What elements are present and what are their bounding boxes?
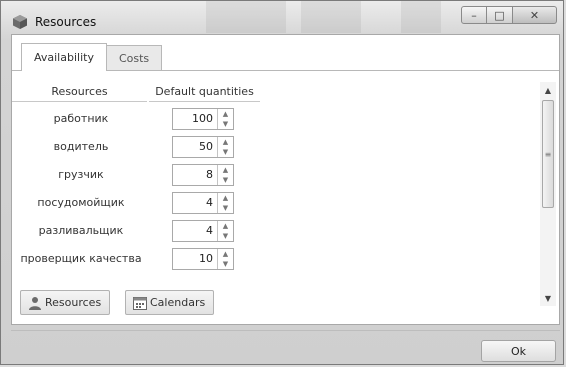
stepper-buttons: ▲ ▼ [217, 221, 233, 241]
calendars-button-label: Calendars [150, 296, 206, 309]
quantity-stepper[interactable]: 4 ▲ ▼ [172, 220, 234, 242]
column-header-default-quantities[interactable]: Default quantities [149, 82, 260, 102]
resource-table: работник 100 ▲ ▼ водитель 50 ▲ ▼ грузчик… [12, 107, 262, 275]
table-row: разливальщик 4 ▲ ▼ [12, 219, 262, 247]
stepper-buttons: ▲ ▼ [217, 109, 233, 129]
close-button[interactable]: ✕ [513, 6, 557, 24]
quantity-stepper[interactable]: 10 ▲ ▼ [172, 248, 234, 270]
scrollbar-thumb[interactable]: ≡ [542, 100, 554, 208]
quantity-stepper[interactable]: 50 ▲ ▼ [172, 136, 234, 158]
resources-button[interactable]: Resources [20, 290, 111, 315]
arrow-down-icon[interactable]: ▼ [218, 147, 233, 157]
resources-window: Resources – □ ✕ Availability Costs Resou… [0, 0, 564, 365]
minimize-button[interactable]: – [461, 6, 487, 24]
arrow-up-icon[interactable]: ▲ [218, 137, 233, 147]
table-header: Resources Default quantities [12, 82, 260, 102]
resource-name: грузчик [58, 168, 104, 181]
quantity-value[interactable]: 10 [173, 249, 217, 269]
table-row: посудомойщик 4 ▲ ▼ [12, 191, 262, 219]
arrow-down-icon[interactable]: ▼ [218, 175, 233, 185]
vertical-scrollbar[interactable]: ▲ ≡ ▼ [540, 82, 556, 306]
arrow-up-icon[interactable]: ▲ [218, 109, 233, 119]
calendars-button[interactable]: Calendars [125, 290, 215, 315]
arrow-up-icon[interactable]: ▲ [218, 249, 233, 259]
column-header-resources[interactable]: Resources [12, 82, 147, 102]
window-title: Resources [35, 15, 97, 29]
maximize-icon: □ [494, 8, 505, 22]
tab-costs[interactable]: Costs [106, 45, 163, 70]
cube-icon [13, 15, 27, 29]
quantity-value[interactable]: 50 [173, 137, 217, 157]
minimize-icon: – [471, 8, 477, 22]
arrow-down-icon[interactable]: ▼ [218, 119, 233, 129]
table-row: грузчик 8 ▲ ▼ [12, 163, 262, 191]
quantity-stepper[interactable]: 8 ▲ ▼ [172, 164, 234, 186]
table-row: работник 100 ▲ ▼ [12, 107, 262, 135]
window-controls: – □ ✕ [461, 6, 557, 26]
stepper-buttons: ▲ ▼ [217, 193, 233, 213]
user-icon [29, 296, 41, 310]
quantity-value[interactable]: 4 [173, 193, 217, 213]
quantity-stepper[interactable]: 100 ▲ ▼ [172, 108, 234, 130]
tab-availability[interactable]: Availability [21, 43, 107, 71]
quantity-stepper[interactable]: 4 ▲ ▼ [172, 192, 234, 214]
quantity-value[interactable]: 4 [173, 221, 217, 241]
calendar-icon [133, 296, 147, 310]
arrow-up-icon[interactable]: ▲ [218, 165, 233, 175]
table-row: водитель 50 ▲ ▼ [12, 135, 262, 163]
arrow-up-icon[interactable]: ▲ [218, 221, 233, 231]
close-icon: ✕ [529, 8, 540, 22]
resource-name: работник [53, 112, 109, 125]
tab-label: Availability [34, 51, 94, 64]
arrow-down-icon[interactable]: ▼ [218, 203, 233, 213]
resources-button-label: Resources [45, 296, 102, 309]
resource-name: водитель [53, 140, 109, 153]
resource-name: разливальщик [38, 224, 124, 237]
content-panel: Availability Costs Resources Default qua… [11, 34, 560, 325]
arrow-down-icon[interactable]: ▼ [218, 259, 233, 269]
table-row: проверщик качества 10 ▲ ▼ [12, 247, 262, 275]
arrow-down-icon[interactable]: ▼ [218, 231, 233, 241]
quantity-value[interactable]: 8 [173, 165, 217, 185]
stepper-buttons: ▲ ▼ [217, 165, 233, 185]
stepper-buttons: ▲ ▼ [217, 137, 233, 157]
maximize-button[interactable]: □ [487, 6, 513, 24]
scroll-down-icon[interactable]: ▼ [540, 290, 556, 306]
footer-divider [11, 330, 560, 331]
tab-bar: Availability Costs [21, 43, 163, 71]
resource-name: проверщик качества [20, 252, 142, 265]
tab-label: Costs [118, 51, 150, 65]
resource-name: посудомойщик [37, 196, 125, 209]
arrow-up-icon[interactable]: ▲ [218, 193, 233, 203]
ok-button[interactable]: Ok [481, 340, 556, 362]
stepper-buttons: ▲ ▼ [217, 249, 233, 269]
scroll-up-icon[interactable]: ▲ [540, 82, 556, 98]
quantity-value[interactable]: 100 [173, 109, 217, 129]
title-bar[interactable]: Resources – □ ✕ [1, 1, 563, 33]
